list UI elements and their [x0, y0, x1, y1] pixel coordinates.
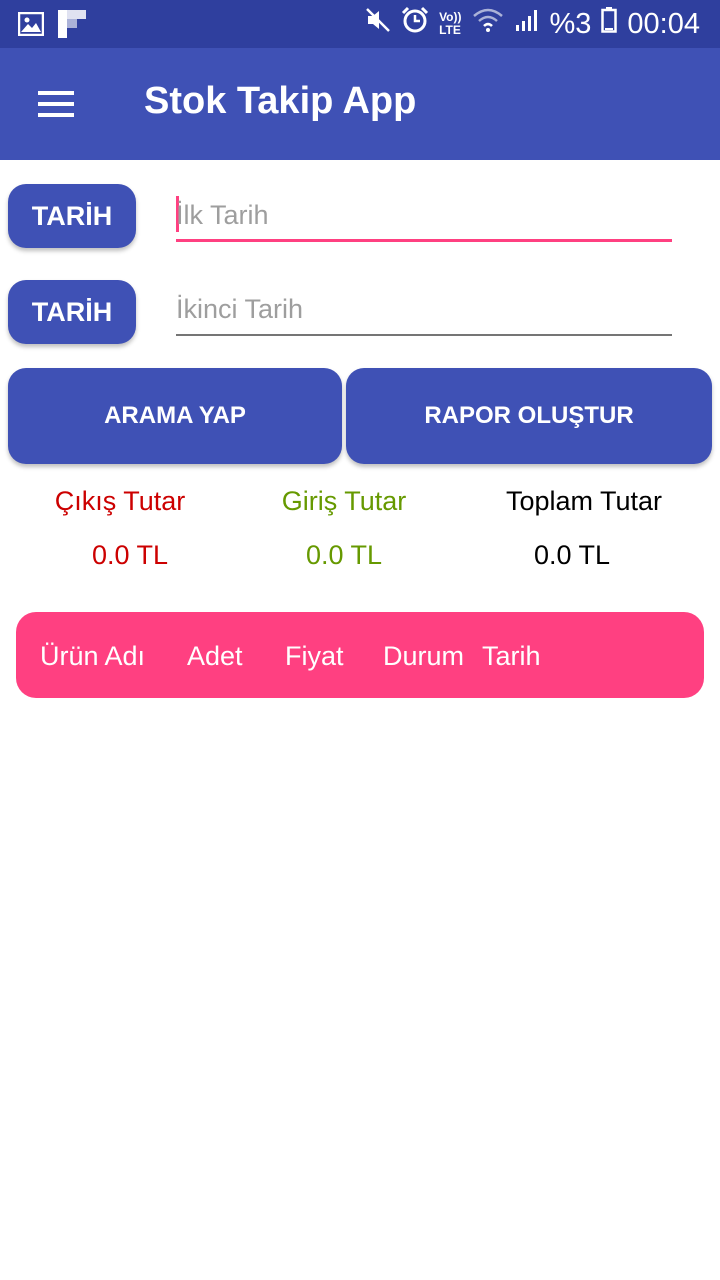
out-total-value: 0.0 TL: [91, 540, 169, 570]
battery-percent: %3: [549, 7, 592, 40]
grand-total-value: 0.0 TL: [533, 540, 611, 570]
grand-total-label: Toplam Tutar: [505, 486, 663, 516]
mute-icon: [365, 7, 391, 41]
column-header-price: Fiyat: [285, 641, 344, 671]
second-date-placeholder: İkinci Tarih: [176, 294, 304, 324]
status-time: 00:04: [627, 7, 700, 40]
second-date-button[interactable]: TARİH: [8, 280, 136, 344]
column-header-status: Durum: [383, 641, 465, 671]
first-date-input[interactable]: İlk Tarih: [176, 186, 672, 242]
signal-icon: [514, 7, 540, 41]
out-total-label: Çıkış Tutar: [54, 486, 186, 516]
second-date-underline: [176, 334, 672, 336]
battery-icon: [601, 7, 618, 41]
app-title: Stok Takip App: [144, 80, 417, 122]
second-date-input[interactable]: İkinci Tarih: [176, 280, 672, 336]
column-header-product-name: Ürün Adı: [40, 641, 146, 671]
search-button[interactable]: ARAMA YAP: [8, 368, 342, 464]
menu-icon[interactable]: [24, 76, 88, 132]
table-header: Ürün Adı Adet Fiyat Durum Tarih: [16, 612, 704, 698]
image-icon: [17, 11, 45, 41]
wifi-icon: [472, 7, 504, 41]
volte-icon: Vo)) LTE: [439, 10, 462, 37]
in-total-label: Giriş Tutar: [281, 486, 407, 516]
first-date-underline: [176, 239, 672, 242]
flipboard-icon: [58, 10, 86, 43]
column-header-quantity: Adet: [187, 641, 243, 671]
alarm-icon: [401, 6, 429, 42]
column-header-date: Tarih: [482, 641, 541, 671]
first-date-placeholder: İlk Tarih: [176, 200, 269, 230]
create-report-button[interactable]: RAPOR OLUŞTUR: [346, 368, 712, 464]
status-bar: Vo)) LTE %3 00:04: [0, 0, 720, 48]
first-date-button[interactable]: TARİH: [8, 184, 136, 248]
in-total-value: 0.0 TL: [305, 540, 383, 570]
app-bar: Stok Takip App: [0, 48, 720, 160]
